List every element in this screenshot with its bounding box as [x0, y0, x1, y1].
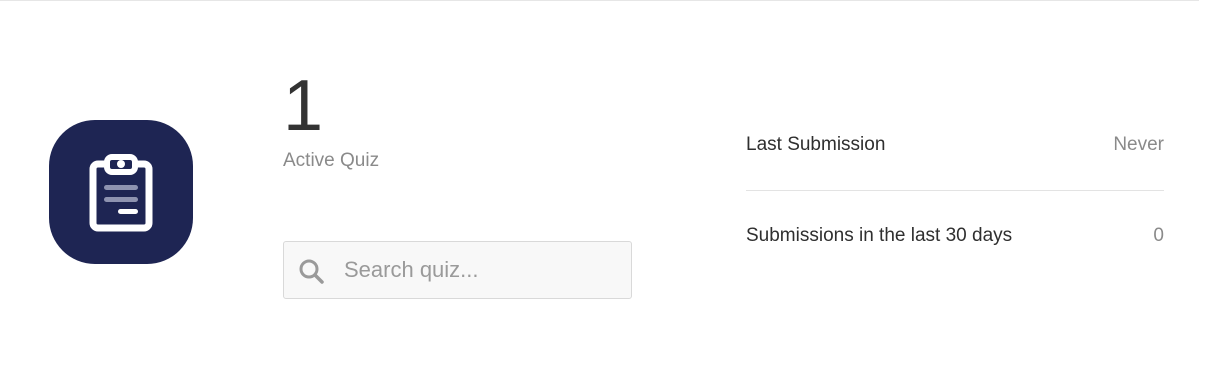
- last-submission-label: Last Submission: [746, 134, 886, 155]
- last-submission-row: Last Submission Never: [746, 100, 1164, 191]
- search-input[interactable]: [344, 242, 624, 298]
- last-submission-value: Never: [1113, 134, 1164, 155]
- submission-stats: Last Submission Never Submissions in the…: [746, 100, 1164, 282]
- submissions-30-days-label: Submissions in the last 30 days: [746, 225, 1013, 246]
- submissions-30-days-row: Submissions in the last 30 days 0: [746, 191, 1164, 282]
- quiz-app-tile: [49, 120, 193, 264]
- clipboard-icon: [89, 154, 153, 232]
- submissions-30-days-value: 0: [1153, 225, 1164, 246]
- top-divider: [0, 0, 1199, 1]
- search-icon[interactable]: [298, 258, 324, 284]
- search-box[interactable]: [283, 241, 632, 299]
- active-quiz-label: Active Quiz: [283, 150, 380, 171]
- active-quiz-count: 1: [283, 66, 324, 146]
